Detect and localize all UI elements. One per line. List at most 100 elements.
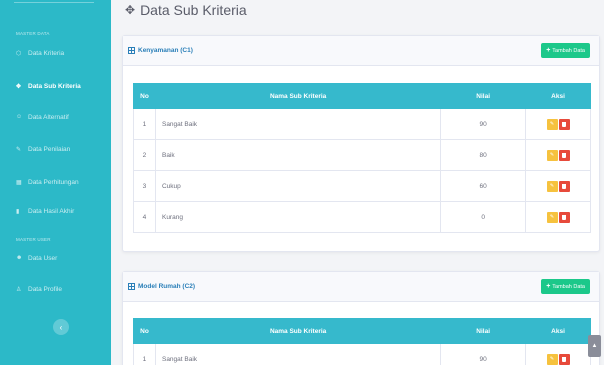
trash-icon (562, 121, 567, 127)
chevron-left-icon: ‹ (59, 322, 63, 332)
edit-button[interactable]: ✎ (546, 353, 558, 365)
trash-icon (562, 356, 567, 362)
plus-icon: + (546, 47, 551, 54)
sidebar-item-label: Data Sub Kriteria (28, 82, 81, 90)
add-data-label: Tambah Data (552, 283, 585, 290)
chevron-up-icon: ▲ (591, 343, 598, 349)
sidebar-heading-master-data: MASTER DATA (16, 31, 50, 36)
add-data-label: Tambah Data (552, 47, 585, 54)
cell-aksi: ✎ (525, 108, 591, 140)
sidebar-item-data-hasil-akhir[interactable]: ▮ Data Hasil Akhir (0, 202, 111, 220)
edit-icon: ✎ (549, 214, 555, 220)
sub-kriteria-table: No Nama Sub Kriteria Nilai Aksi 1 Sangat… (133, 318, 591, 365)
sidebar-item-data-user[interactable]: ☻ Data User (0, 249, 111, 267)
cell-no: 2 (133, 139, 156, 171)
edit-icon: ✎ (549, 121, 555, 127)
edit-icon: ✎ (549, 356, 555, 362)
column-header-nilai: Nilai (440, 83, 527, 109)
sidebar-toggle-button[interactable]: ‹ (53, 319, 69, 335)
edit-button[interactable]: ✎ (546, 149, 558, 161)
sidebar-item-label: Data Profile (28, 285, 62, 293)
sidebar-item-label: Data Kriteria (28, 49, 65, 57)
cell-nama: Kurang (154, 201, 442, 233)
user-group-icon: ☻ (16, 255, 23, 261)
edit-button[interactable]: ✎ (546, 118, 558, 130)
edit-button[interactable]: ✎ (546, 180, 558, 192)
column-header-nilai: Nilai (440, 318, 527, 344)
delete-button[interactable] (558, 211, 570, 223)
cell-nilai: 0 (440, 201, 527, 233)
card-model-rumah: Model Rumah (C2) + Tambah Data No Nama S… (122, 271, 600, 365)
cell-nama: Cukup (154, 170, 442, 202)
sidebar-item-label: Data User (28, 254, 58, 262)
card-title: Model Rumah (C2) (128, 283, 195, 290)
trash-icon (562, 152, 567, 158)
cell-no: 3 (133, 170, 156, 202)
delete-button[interactable] (558, 180, 570, 192)
calculator-icon: ▦ (16, 179, 22, 186)
table-icon (128, 47, 135, 54)
cell-nama: Sangat Baik (154, 108, 442, 140)
table-header-row: No Nama Sub Kriteria Nilai Aksi (133, 83, 591, 109)
sidebar-item-label: Data Penilaian (28, 145, 71, 153)
table-row: 2 Baik 80 ✎ (133, 139, 591, 171)
card-title: Kenyamanan (C1) (128, 47, 193, 54)
cell-no: 1 (133, 343, 156, 365)
cubes-icon: ✥ (125, 3, 136, 17)
column-header-nama: Nama Sub Kriteria (154, 83, 442, 109)
sidebar-item-data-kriteria[interactable]: ⬡ Data Kriteria (0, 44, 111, 62)
table-header-row: No Nama Sub Kriteria Nilai Aksi (133, 318, 591, 344)
edit-button[interactable]: ✎ (546, 211, 558, 223)
card-header: Kenyamanan (C1) + Tambah Data (123, 36, 599, 66)
sidebar-heading-master-user: MASTER USER (16, 237, 51, 242)
card-kenyamanan: Kenyamanan (C1) + Tambah Data No Nama Su… (122, 35, 600, 252)
card-title-text: Kenyamanan (C1) (138, 47, 193, 54)
page-title: ✥ Data Sub Kriteria (125, 2, 247, 18)
cell-nama: Baik (154, 139, 442, 171)
sidebar: MASTER DATA ⬡ Data Kriteria ✥ Data Sub K… (0, 0, 111, 365)
table-row: 1 Sangat Baik 90 ✎ (133, 108, 591, 140)
sidebar-item-label: Data Perhitungan (28, 178, 79, 186)
delete-button[interactable] (558, 353, 570, 365)
cell-nilai: 90 (440, 343, 527, 365)
table-icon (128, 283, 135, 290)
sidebar-item-label: Data Alternatif (28, 113, 69, 121)
delete-button[interactable] (558, 118, 570, 130)
cell-no: 1 (133, 108, 156, 140)
sidebar-item-label: Data Hasil Akhir (28, 207, 75, 215)
cell-nilai: 90 (440, 108, 527, 140)
page-title-text: Data Sub Kriteria (140, 2, 247, 18)
users-icon: ☺ (16, 114, 23, 120)
delete-button[interactable] (558, 149, 570, 161)
sub-kriteria-table: No Nama Sub Kriteria Nilai Aksi 1 Sangat… (133, 83, 591, 233)
sidebar-item-data-penilaian[interactable]: ✎ Data Penilaian (0, 140, 111, 158)
card-title-text: Model Rumah (C2) (138, 283, 196, 290)
sidebar-item-data-profile[interactable]: ♙ Data Profile (0, 280, 111, 298)
cell-nilai: 60 (440, 170, 527, 202)
chart-icon: ▮ (16, 208, 20, 215)
sidebar-item-data-sub-kriteria[interactable]: ✥ Data Sub Kriteria (0, 77, 111, 95)
table-row: 4 Kurang 0 ✎ (133, 201, 591, 233)
edit-icon: ✎ (549, 152, 555, 158)
cubes-icon: ✥ (16, 83, 22, 90)
sidebar-item-data-perhitungan[interactable]: ▦ Data Perhitungan (0, 173, 111, 191)
add-data-button[interactable]: + Tambah Data (541, 279, 590, 294)
trash-icon (562, 183, 567, 189)
column-header-aksi: Aksi (525, 318, 591, 344)
column-header-nama: Nama Sub Kriteria (154, 318, 442, 344)
column-header-no: No (133, 318, 156, 344)
trash-icon (562, 214, 567, 220)
sidebar-item-data-alternatif[interactable]: ☺ Data Alternatif (0, 108, 111, 126)
cell-aksi: ✎ (525, 170, 591, 202)
cell-nilai: 80 (440, 139, 527, 171)
column-header-no: No (133, 83, 156, 109)
add-data-button[interactable]: + Tambah Data (541, 43, 590, 58)
column-header-aksi: Aksi (525, 83, 591, 109)
plus-icon: + (546, 283, 551, 290)
table-row: 3 Cukup 60 ✎ (133, 170, 591, 202)
table-row: 1 Sangat Baik 90 ✎ (133, 343, 591, 365)
cell-nama: Sangat Baik (154, 343, 442, 365)
cell-aksi: ✎ (525, 343, 591, 365)
scroll-to-top-button[interactable]: ▲ (588, 335, 601, 357)
edit-icon: ✎ (16, 146, 22, 153)
